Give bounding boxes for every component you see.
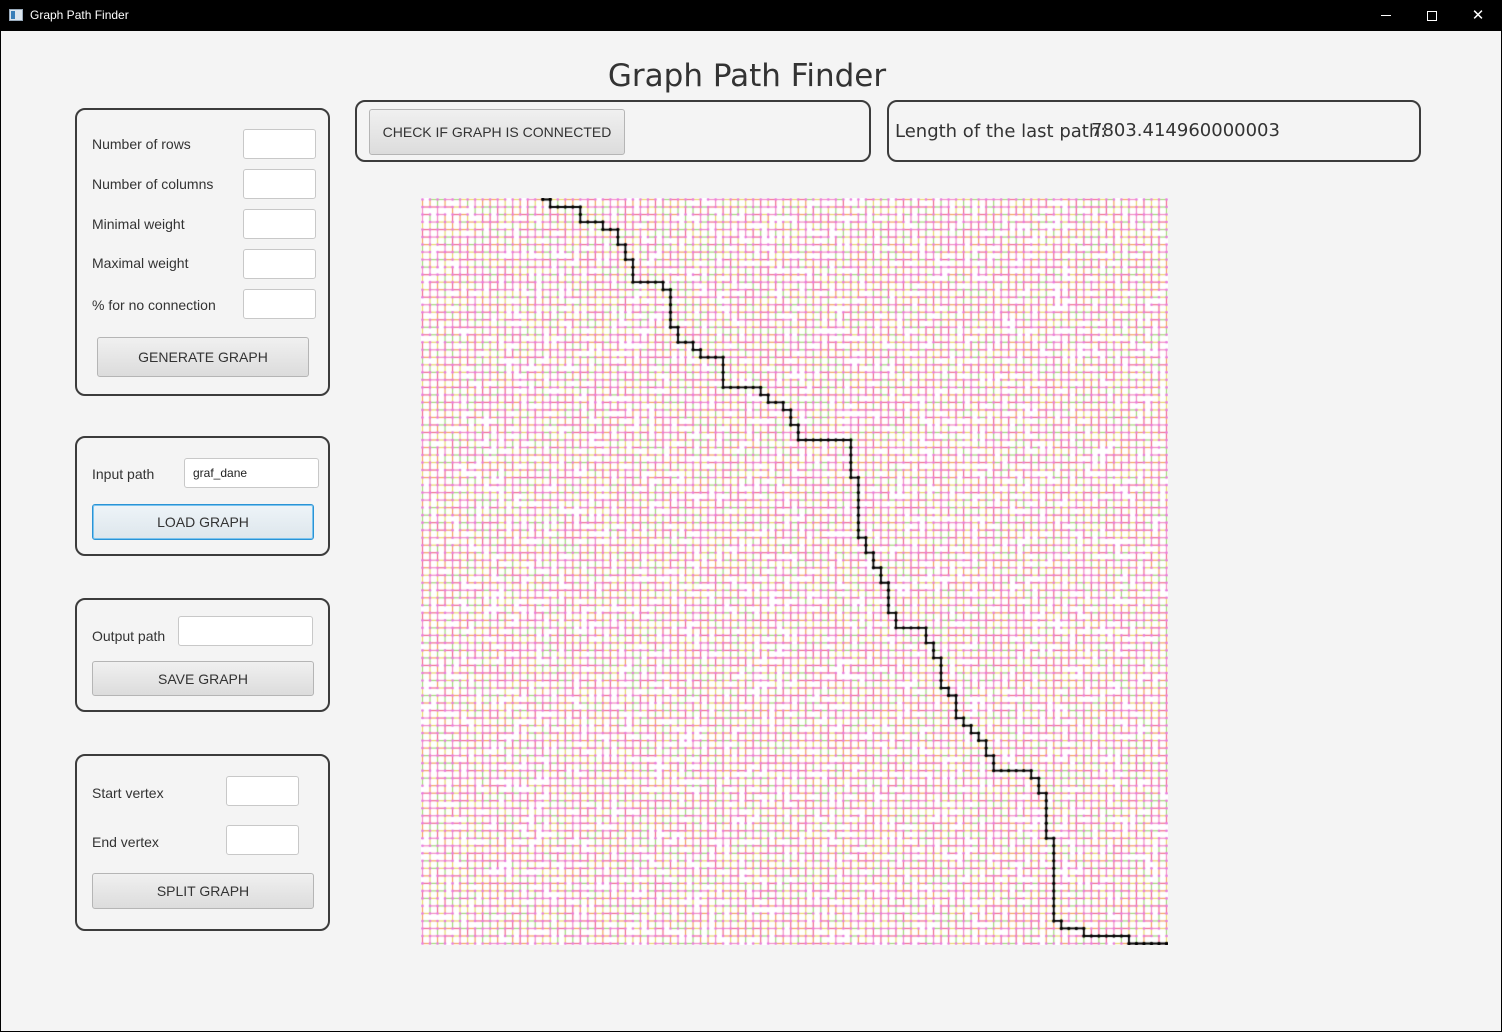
connectivity-panel: CHECK IF GRAPH IS CONNECTED [355,100,871,162]
minimize-icon [1381,15,1391,16]
start-vertex-label: Start vertex [92,785,164,801]
input-path-field[interactable] [184,458,319,488]
min-weight-label: Minimal weight [92,216,185,232]
path-length-label: Length of the last path: [895,121,1107,142]
generate-graph-panel: Number of rows Number of columns Minimal… [75,108,330,396]
end-vertex-input[interactable] [226,825,299,855]
maximize-icon [1427,10,1437,21]
min-weight-input[interactable] [243,209,316,239]
load-graph-button[interactable]: LOAD GRAPH [92,504,314,540]
close-icon: ✕ [1471,6,1485,24]
no-connection-label: % for no connection [92,297,216,313]
output-path-label: Output path [92,628,166,644]
start-vertex-input[interactable] [226,776,299,806]
graph-canvas[interactable] [421,198,1168,945]
no-connection-input[interactable] [243,289,316,319]
check-connected-button[interactable]: CHECK IF GRAPH IS CONNECTED [369,109,625,155]
end-vertex-label: End vertex [92,834,159,850]
path-length-panel: Length of the last path: 7803.4149600000… [887,100,1421,162]
columns-input[interactable] [243,169,316,199]
path-length-value: 7803.414960000003 [1091,120,1280,141]
save-graph-panel: Output path SAVE GRAPH [75,598,330,712]
split-graph-button[interactable]: SPLIT GRAPH [92,873,314,909]
max-weight-label: Maximal weight [92,255,189,271]
app-client-area: Graph Path Finder Number of rows Number … [1,31,1501,1031]
maximize-button[interactable] [1409,0,1455,31]
page-title: Graph Path Finder [607,58,887,94]
output-path-field[interactable] [178,616,313,646]
load-graph-panel: Input path LOAD GRAPH [75,436,330,556]
app-icon [9,9,23,21]
save-graph-button[interactable]: SAVE GRAPH [92,661,314,696]
max-weight-input[interactable] [243,249,316,279]
rows-label: Number of rows [92,136,191,152]
graph-view[interactable] [421,198,1168,945]
columns-label: Number of columns [92,176,214,192]
minimize-button[interactable] [1363,0,1409,31]
window-titlebar: Graph Path Finder ✕ [0,0,1502,31]
window-title: Graph Path Finder [30,8,129,22]
rows-input[interactable] [243,129,316,159]
input-path-label: Input path [92,466,155,482]
close-button[interactable]: ✕ [1455,0,1501,31]
generate-graph-button[interactable]: GENERATE GRAPH [97,337,309,377]
split-graph-panel: Start vertex End vertex SPLIT GRAPH [75,754,330,931]
